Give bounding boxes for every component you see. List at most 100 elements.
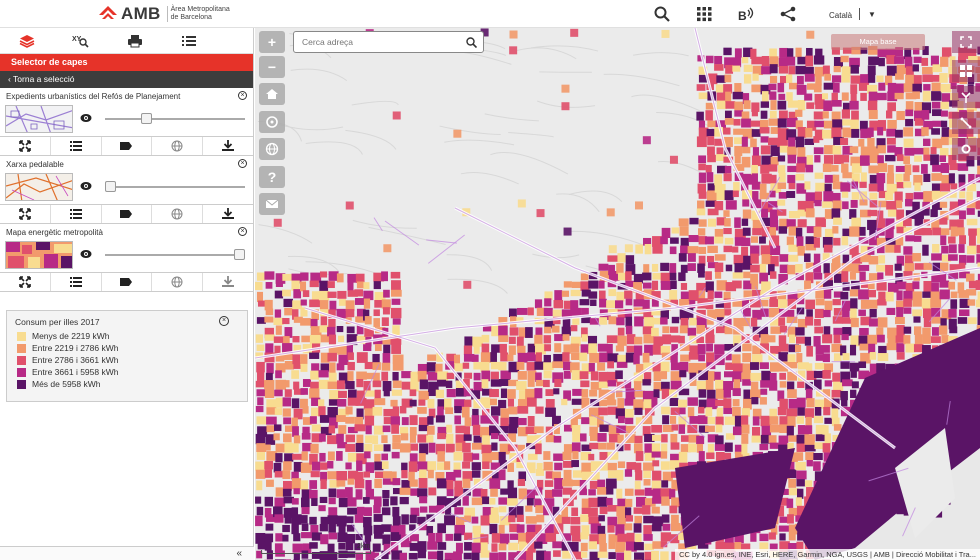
list-icon bbox=[182, 36, 196, 46]
legend-item: Entre 2786 i 3661 kWh bbox=[13, 354, 247, 366]
layer-metadata-button[interactable] bbox=[152, 137, 204, 155]
back-to-selection-link[interactable]: ‹ Torna a selecció bbox=[0, 71, 253, 88]
legend-label: Entre 2219 i 2786 kWh bbox=[32, 343, 119, 353]
layer-thumbnail bbox=[5, 173, 73, 201]
fullscreen-icon bbox=[960, 36, 972, 48]
zoom-out-button[interactable]: − bbox=[259, 56, 285, 78]
visibility-toggle-icon[interactable] bbox=[80, 181, 92, 191]
language-caret-icon[interactable]: ▼ bbox=[868, 10, 876, 19]
globe-icon bbox=[171, 208, 183, 220]
back-label: Torna a selecció bbox=[13, 74, 75, 84]
opacity-slider-handle[interactable] bbox=[141, 113, 153, 124]
tag-icon bbox=[120, 142, 133, 150]
settings-button[interactable] bbox=[952, 138, 980, 160]
legend-title: Consum per illes 2017 bbox=[15, 317, 100, 327]
legend-swatch bbox=[17, 331, 26, 341]
globe-icon bbox=[171, 140, 183, 152]
legend-item: Més de 5958 kWh bbox=[13, 378, 247, 390]
layer-metadata-button[interactable] bbox=[152, 273, 204, 291]
zoom-in-button[interactable]: + bbox=[259, 31, 285, 53]
basemap-toggle[interactable]: Mapa base bbox=[831, 34, 925, 50]
layer-info-button[interactable] bbox=[51, 205, 102, 223]
tool-list[interactable] bbox=[162, 28, 216, 54]
close-icon[interactable]: × bbox=[238, 91, 247, 100]
address-search-input[interactable] bbox=[294, 32, 454, 52]
opacity-slider[interactable] bbox=[105, 249, 245, 260]
brand-subtitle: Àrea Metropolitana de Barcelona bbox=[166, 6, 230, 22]
layer-item-mapa-energetic: Mapa energètic metropolità × bbox=[0, 224, 253, 292]
layer-item-expedients: Expedients urbanístics del Refós de Plan… bbox=[0, 88, 253, 156]
layer-download-button[interactable] bbox=[203, 273, 253, 291]
search-icon[interactable] bbox=[466, 37, 477, 48]
double-chevron-left-icon: « bbox=[236, 548, 242, 559]
home-button[interactable] bbox=[259, 83, 285, 105]
close-icon[interactable]: × bbox=[238, 227, 247, 236]
legend-label: Més de 5958 kWh bbox=[32, 379, 101, 389]
measure-button[interactable] bbox=[952, 112, 980, 134]
fork-icon bbox=[961, 92, 971, 103]
layers-icon bbox=[19, 35, 35, 48]
locate-button[interactable] bbox=[259, 111, 285, 133]
tiles-icon bbox=[960, 65, 972, 77]
layer-item-xarxa-pedalable: Xarxa pedalable × bbox=[0, 156, 253, 224]
amb-logo[interactable]: AMB Àrea Metropolitana de Barcelona bbox=[98, 4, 230, 24]
tag-icon bbox=[120, 210, 133, 218]
opacity-slider-handle[interactable] bbox=[105, 181, 116, 192]
tool-layers[interactable] bbox=[0, 28, 54, 54]
layer-info-button[interactable] bbox=[51, 137, 102, 155]
choropleth-map[interactable] bbox=[255, 28, 980, 560]
map-attribution[interactable]: CC by 4.0 ign.es, INE, Esri, HERE, Garmi… bbox=[675, 549, 980, 560]
scale-bar-line bbox=[261, 550, 371, 554]
layer-download-button[interactable] bbox=[203, 205, 253, 223]
fullscreen-button[interactable] bbox=[952, 31, 980, 53]
language-selector[interactable]: Català bbox=[829, 11, 852, 20]
search-icon[interactable] bbox=[653, 6, 671, 22]
globe-button[interactable] bbox=[259, 138, 285, 160]
layer-thumbnail bbox=[5, 241, 73, 269]
layer-info-button[interactable] bbox=[51, 273, 102, 291]
opacity-slider[interactable] bbox=[105, 181, 245, 192]
crosshair-icon bbox=[266, 116, 278, 128]
visibility-toggle-icon[interactable] bbox=[80, 113, 92, 123]
basemap-grid-button[interactable] bbox=[952, 60, 980, 82]
opacity-slider-handle[interactable] bbox=[234, 249, 245, 260]
layer-actions bbox=[0, 204, 253, 223]
zoom-to-layer-button[interactable] bbox=[0, 137, 51, 155]
tool-xy-search[interactable]: XY bbox=[54, 28, 108, 54]
legend-swatch bbox=[17, 367, 26, 377]
visibility-toggle-icon[interactable] bbox=[80, 249, 92, 259]
close-icon[interactable]: × bbox=[238, 159, 247, 168]
opacity-slider[interactable] bbox=[105, 113, 245, 124]
close-icon[interactable]: × bbox=[219, 316, 229, 326]
route-button[interactable] bbox=[952, 86, 980, 108]
layer-panel: XY Selector de capes ‹ Torna a selecció … bbox=[0, 28, 254, 560]
share-icon[interactable] bbox=[779, 6, 797, 22]
gear-icon bbox=[961, 144, 971, 154]
panel-title: Selector de capes bbox=[0, 54, 253, 71]
braille-icon[interactable]: B bbox=[737, 6, 755, 22]
address-search-box[interactable] bbox=[293, 31, 484, 53]
layer-labels-button[interactable] bbox=[102, 273, 153, 291]
mail-button[interactable] bbox=[259, 193, 285, 215]
layer-labels-button[interactable] bbox=[102, 137, 153, 155]
layer-labels-button[interactable] bbox=[102, 205, 153, 223]
list-icon bbox=[69, 141, 82, 151]
layer-metadata-button[interactable] bbox=[152, 205, 204, 223]
home-icon bbox=[266, 89, 278, 99]
download-icon bbox=[222, 208, 235, 219]
collapse-panel-button[interactable]: « bbox=[0, 546, 254, 560]
brand-name: AMB bbox=[121, 4, 161, 23]
zoom-to-layer-button[interactable] bbox=[0, 273, 51, 291]
legend-swatch bbox=[17, 343, 26, 353]
legend-label: Entre 2786 i 3661 kWh bbox=[32, 355, 119, 365]
zoom-extent-icon bbox=[19, 140, 31, 152]
grid-icon[interactable] bbox=[695, 6, 713, 22]
zoom-extent-icon bbox=[19, 276, 31, 288]
layer-thumbnail bbox=[5, 105, 73, 133]
tool-print[interactable] bbox=[108, 28, 162, 54]
help-button[interactable]: ? bbox=[259, 166, 285, 188]
zoom-to-layer-button[interactable] bbox=[0, 205, 51, 223]
map-view[interactable]: + − ? Mapa base 2km CC by 4.0 ign.es, IN… bbox=[255, 28, 980, 560]
layer-download-button[interactable] bbox=[203, 137, 253, 155]
panel-toolbar: XY bbox=[0, 28, 253, 54]
